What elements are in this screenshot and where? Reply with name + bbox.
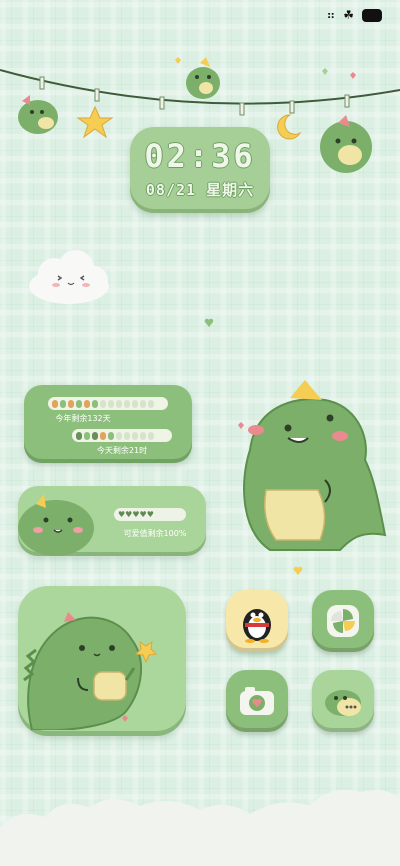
status-bar: ⠶ ☘	[326, 8, 382, 22]
hanging-dino-right-icon	[320, 115, 372, 173]
love-remaining-label: 可爱值剩余100%	[123, 529, 187, 538]
bottom-cloud-decoration	[0, 789, 400, 866]
chat-bubble-icon	[325, 690, 361, 716]
camera-app[interactable]	[226, 670, 288, 732]
messages-app[interactable]	[312, 670, 374, 732]
small-heart-icon-2	[293, 566, 303, 575]
hanging-dino-left-icon	[18, 95, 58, 134]
hanging-star-icon	[76, 105, 114, 139]
gallery-app[interactable]	[312, 590, 374, 652]
pinwheel-icon	[327, 605, 359, 637]
penguin-icon	[243, 609, 271, 643]
love-hearts-bar: ♥♥♥♥♥	[114, 508, 186, 521]
day-progress-bar	[72, 429, 172, 442]
signal-icon: ⠶	[326, 8, 336, 22]
progress-widget[interactable]: 今年剩余132天 今天剩余21时	[24, 385, 192, 463]
year-progress-bar	[48, 397, 168, 410]
clock-date: 08/21 星期六	[145, 181, 255, 199]
hanging-moon-icon	[277, 114, 302, 140]
year-remaining-label: 今年剩余132天	[55, 414, 111, 423]
clover-icon: ☘	[343, 8, 354, 22]
hanging-dino-middle-icon	[186, 57, 220, 99]
qq-app[interactable]	[226, 590, 288, 652]
small-heart-icon	[204, 318, 214, 327]
smiling-cloud-icon	[29, 250, 109, 304]
peeking-dino-icon	[18, 494, 94, 556]
dino-photo-widget[interactable]	[18, 586, 186, 736]
big-dino-sticker-icon	[238, 380, 387, 551]
clock-widget[interactable]: 02:36 08/21 星期六	[130, 127, 270, 213]
battery-icon	[362, 8, 382, 22]
dino-holding-star-icon	[23, 612, 158, 730]
day-remaining-label: 今天剩余21时	[96, 446, 148, 455]
love-meter-widget[interactable]: ♥♥♥♥♥ 可爱值剩余100%	[18, 486, 206, 556]
clock-time: 02:36	[144, 137, 256, 175]
camera-icon	[240, 687, 274, 715]
